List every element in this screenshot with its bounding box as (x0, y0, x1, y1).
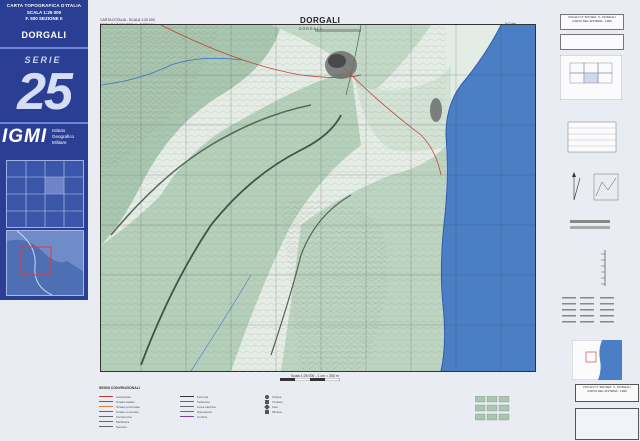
legend-label: Ferrovia (197, 394, 209, 399)
location-mini-map (572, 340, 622, 380)
small-legend-block (570, 220, 610, 229)
cover-stripe (0, 47, 88, 49)
legend-row: Sentiero (99, 424, 140, 429)
institute-name: Istituto Geografico Militare (52, 128, 74, 146)
legend-label: Teleferica (197, 399, 210, 404)
cover-sheet-number: F. 500 SEZIONE II (25, 16, 63, 21)
map-top-label: DORGALI (299, 27, 322, 31)
sheet-index-grid (6, 160, 84, 228)
cover-stripe (0, 122, 88, 124)
cover-scale-line: SCALA 1:25 000 (26, 10, 62, 15)
sheet-info-box: FOGLIO N° 500 SEZ. II - DORGALI CARTA DE… (575, 384, 639, 402)
legend-label: Miniera (272, 409, 282, 414)
cover-serie-number: 25 (17, 63, 73, 121)
elevation-scale (601, 250, 606, 286)
edition-line: CARTA DEL SISTEMA - 1999 (572, 19, 612, 23)
legend-label: Confine (197, 414, 208, 419)
legend-label: Faro (272, 404, 279, 409)
legend-symbol-grid (475, 396, 510, 421)
legend-label: Mulattiera (116, 419, 130, 424)
info-panel (560, 34, 624, 50)
legend-label: Cimitero (272, 399, 284, 404)
legend-row: Chiesa (265, 394, 283, 399)
legend-row: Confine (180, 414, 216, 419)
legend-label: Acquedotto (197, 409, 213, 414)
publisher-logo: IGMI (2, 126, 48, 147)
topographic-map[interactable] (100, 24, 536, 372)
legend-row: Miniera (265, 409, 283, 414)
legend-label: Linea elettrica (197, 404, 216, 409)
legend-label: Sentiero (116, 424, 128, 429)
cover-sheet-name: DORGALI (21, 30, 67, 40)
legend-column-b: Ferrovia Teleferica Linea elettrica Acqu… (180, 394, 216, 419)
north-arrows-diagram (572, 172, 619, 201)
map-canvas (101, 25, 535, 371)
scale-bar (280, 378, 340, 381)
legend-label: Autostrada (116, 394, 131, 399)
legend-label: Strada provinciale (116, 404, 141, 409)
legend-label: Chiesa (272, 394, 282, 399)
declination-table (567, 121, 617, 153)
legend-column-c: Chiesa Cimitero Faro Miniera (264, 394, 283, 414)
location-inset-map (6, 230, 84, 296)
header-left-line: CARTA D'ITALIA - SCALA 1:25 000 (100, 18, 155, 22)
legend-row: Cimitero (265, 399, 283, 404)
sheet-index-box (575, 408, 639, 440)
info-line: CARTA DEL SISTEMA - 1999 (587, 389, 627, 393)
legend-label: Strada statale (116, 399, 135, 404)
edition-box: FOGLIO N° 500 SEZ. II - DORGALI CARTA DE… (560, 14, 624, 30)
legend-label: Strada comunale (116, 409, 139, 414)
institute-line: Militare (52, 140, 67, 145)
cover-title-line1: CARTA TOPOGRAFICA D'ITALIA (6, 3, 82, 8)
cover-panel: CARTA TOPOGRAFICA D'ITALIA SCALA 1:25 00… (0, 0, 88, 300)
map-legend: SEGNI CONVENZIONALI Autostrada Strada st… (95, 382, 640, 441)
place-names-table (562, 297, 614, 323)
legend-title: SEGNI CONVENZIONALI (99, 386, 140, 390)
legend-column-a: Autostrada Strada statale Strada provinc… (99, 394, 140, 429)
adjacent-sheets-diagram (560, 55, 622, 100)
legend-label: Carrareccia (116, 414, 132, 419)
